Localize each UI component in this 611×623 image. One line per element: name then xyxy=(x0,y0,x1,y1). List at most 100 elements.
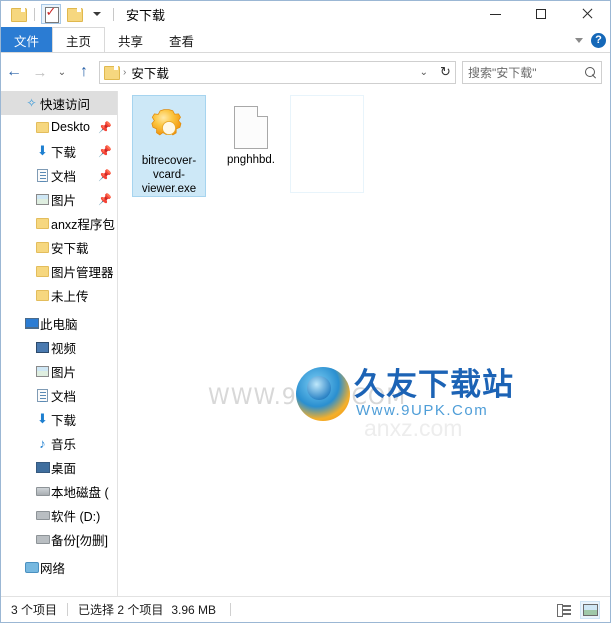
folder-icon xyxy=(34,217,51,229)
sidebar-item-documents[interactable]: 文档 📌 xyxy=(1,163,117,187)
search-input[interactable]: 搜索"安下载" xyxy=(462,60,602,84)
up-button[interactable]: ↑ xyxy=(71,59,97,85)
window-title: 安下载 xyxy=(126,7,166,23)
chevron-down-icon[interactable] xyxy=(575,37,583,43)
pin-icon[interactable]: 📌 xyxy=(98,169,112,182)
ribbon-divider xyxy=(1,52,610,53)
new-folder-icon[interactable] xyxy=(64,4,84,24)
sidebar-item-label: 视频 xyxy=(51,341,77,356)
refresh-button[interactable]: ↻ xyxy=(436,60,456,84)
navigation-pane[interactable]: ✧ 快速访问 Deskto 📌 ⬇ 下载 📌 文档 📌 图片 📌 anxz程序包… xyxy=(1,91,118,596)
list-item[interactable]: pnghhbd. xyxy=(214,95,288,167)
sidebar-item-label: 音乐 xyxy=(51,437,77,452)
address-bar: ← → ⌄ ↑ › 安下载 ⌄ ↻ 搜索"安下载" xyxy=(1,57,610,87)
search-icon[interactable] xyxy=(585,66,596,78)
music-icon: ♪ xyxy=(39,435,46,451)
file-list-pane[interactable]: bitrecover-vcard-viewer.exe pnghhbd. WWW… xyxy=(118,91,610,596)
chevron-down-icon[interactable] xyxy=(87,4,107,24)
status-size: 3.96 MB xyxy=(171,602,217,617)
breadcrumb[interactable]: › 安下载 ⌄ xyxy=(99,60,437,84)
watermark-faint-site: anxz.com xyxy=(364,415,463,441)
sidebar-item-label: 快速访问 xyxy=(40,97,91,112)
pin-icon[interactable]: 📌 xyxy=(98,145,112,158)
tab-share[interactable]: 共享 xyxy=(105,27,156,53)
local-drive-icon xyxy=(34,486,51,496)
list-item-label: pnghhbd. xyxy=(227,154,275,166)
list-item[interactable]: bitrecover-vcard-viewer.exe xyxy=(132,95,206,197)
sidebar-item-label: 下载 xyxy=(51,413,77,428)
tab-home[interactable]: 主页 xyxy=(52,27,106,53)
title-bar: 安下载 xyxy=(1,1,610,27)
properties-checkmark-icon[interactable] xyxy=(41,4,61,24)
status-bar: 3 个项目 已选择 2 个项目 3.96 MB xyxy=(1,596,610,622)
folder-icon xyxy=(104,66,120,80)
large-icons-view-button[interactable] xyxy=(580,600,600,619)
breadcrumb-item-current[interactable]: 安下载 xyxy=(131,63,169,82)
list-item[interactable] xyxy=(290,95,364,193)
star-icon: ✧ xyxy=(26,96,37,110)
file-explorer-window: 安下载 文件 主页 共享 查看 ? ← → ⌄ ↑ › 安下载 ⌄ xyxy=(0,0,611,623)
sidebar-item-drive-d[interactable]: 软件 (D:) xyxy=(1,503,117,527)
sidebar-item-this-pc[interactable]: 此电脑 xyxy=(1,311,117,335)
sidebar-item-music[interactable]: ♪ 音乐 xyxy=(1,431,117,455)
sidebar-item-label: 下载 xyxy=(51,145,77,160)
tab-view[interactable]: 查看 xyxy=(156,27,207,53)
watermark-logo: 久友下载站 Www.9UPK.Com xyxy=(296,367,514,421)
explorer-body: ✧ 快速访问 Deskto 📌 ⬇ 下载 📌 文档 📌 图片 📌 anxz程序包… xyxy=(1,91,610,596)
picture-icon xyxy=(34,193,51,205)
close-button[interactable] xyxy=(564,1,610,27)
watermark-brand-en: Www.9UPK.Com xyxy=(356,401,489,419)
minimize-button[interactable] xyxy=(472,1,518,27)
sidebar-item-documents-pc[interactable]: 文档 xyxy=(1,383,117,407)
sidebar-item-pictures-pc[interactable]: 图片 xyxy=(1,359,117,383)
pin-icon[interactable]: 📌 xyxy=(98,193,112,206)
sidebar-item-label: 未上传 xyxy=(51,289,89,304)
watermark-faint-url: WWW.9UPK.COM xyxy=(208,385,407,410)
sidebar-item-anxz-package[interactable]: anxz程序包 xyxy=(1,211,117,235)
sidebar-item-network[interactable]: 网络 xyxy=(1,555,117,579)
document-icon xyxy=(34,168,51,182)
breadcrumb-separator: › xyxy=(123,66,127,78)
sidebar-item-local-disk[interactable]: 本地磁盘 ( xyxy=(1,479,117,503)
chevron-down-icon[interactable]: ⌄ xyxy=(420,67,432,78)
sidebar-item-downloads-pc[interactable]: ⬇ 下载 xyxy=(1,407,117,431)
drive-icon xyxy=(34,510,51,520)
back-button[interactable]: ← xyxy=(1,59,27,85)
recent-locations-icon[interactable]: ⌄ xyxy=(53,59,71,85)
help-icon[interactable]: ? xyxy=(591,32,606,48)
video-icon xyxy=(34,341,51,353)
sidebar-item-label: 本地磁盘 ( xyxy=(51,485,109,500)
sidebar-item-desktop[interactable]: Deskto 📌 xyxy=(1,115,117,139)
search-placeholder: 搜索"安下载" xyxy=(468,65,537,80)
sidebar-item-downloads[interactable]: ⬇ 下载 📌 xyxy=(1,139,117,163)
sidebar-item-label: anxz程序包 xyxy=(51,217,115,232)
download-icon: ⬇ xyxy=(37,143,48,158)
download-icon: ⬇ xyxy=(37,411,48,426)
quick-access-toolbar xyxy=(1,1,117,27)
blank-file-icon xyxy=(214,101,288,153)
drive-icon xyxy=(34,534,51,544)
empty-icon xyxy=(291,102,363,154)
sidebar-item-label: 软件 (D:) xyxy=(51,509,101,524)
sidebar-item-picture-manager[interactable]: 图片管理器 xyxy=(1,259,117,283)
forward-button[interactable]: → xyxy=(27,59,53,85)
toolbar-divider xyxy=(113,7,114,21)
window-controls xyxy=(472,1,610,27)
sidebar-item-pictures[interactable]: 图片 📌 xyxy=(1,187,117,211)
folder-icon xyxy=(34,241,51,253)
view-mode-buttons xyxy=(554,600,610,619)
document-icon xyxy=(34,388,51,402)
folder-icon[interactable] xyxy=(8,4,28,24)
sidebar-item-label: 文档 xyxy=(51,169,77,184)
details-view-button[interactable] xyxy=(554,601,574,619)
sidebar-item-not-uploaded[interactable]: 未上传 xyxy=(1,283,117,307)
sidebar-item-backup-drive[interactable]: 备份[勿删] xyxy=(1,527,117,551)
maximize-button[interactable] xyxy=(518,1,564,27)
sidebar-item-desktop-pc[interactable]: 桌面 xyxy=(1,455,117,479)
pin-icon[interactable]: 📌 xyxy=(98,121,112,134)
sidebar-item-quick-access[interactable]: ✧ 快速访问 xyxy=(1,91,117,115)
tab-file[interactable]: 文件 xyxy=(1,27,53,53)
picture-icon xyxy=(34,365,51,377)
sidebar-item-videos[interactable]: 视频 xyxy=(1,335,117,359)
sidebar-item-anxiazai[interactable]: 安下载 xyxy=(1,235,117,259)
